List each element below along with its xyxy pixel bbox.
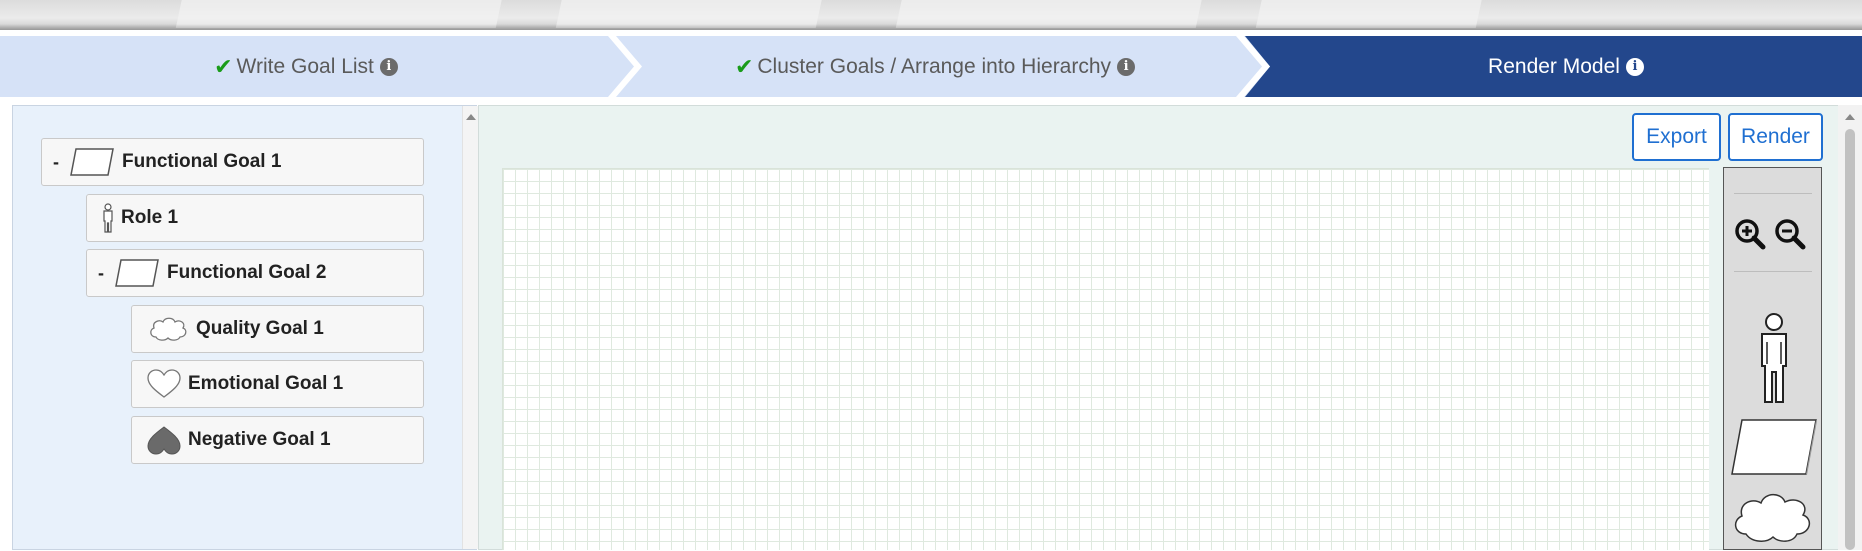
quality-goal-icon [148, 315, 188, 343]
info-icon[interactable]: i [379, 57, 398, 76]
step-render-model[interactable]: Render Model i [1270, 36, 1862, 97]
step-chevron [1236, 36, 1270, 97]
role-icon [101, 203, 115, 233]
info-icon[interactable]: i [1117, 57, 1136, 76]
scroll-up-arrow-icon[interactable] [1845, 114, 1855, 120]
banner-shadow [0, 24, 1862, 30]
emotional-goal-icon [146, 369, 182, 399]
role-icon[interactable] [1754, 312, 1794, 409]
goal-hierarchy-panel: - Functional Goal 1 Role 1 - Functional … [12, 105, 478, 550]
step-write-goal-list[interactable]: ✔ Write Goal List i [0, 36, 612, 97]
palette-divider [1734, 271, 1812, 272]
quality-goal-icon[interactable] [1730, 488, 1814, 551]
panel-scrollbar[interactable] [462, 106, 478, 549]
tree-node-quality-goal-1[interactable]: Quality Goal 1 [131, 305, 424, 353]
functional-goal-icon [70, 148, 114, 176]
checkmark-icon: ✔ [214, 53, 233, 79]
step-wizard: ✔ Write Goal List i ✔ Cluster Goals / Ar… [0, 36, 1862, 97]
info-icon[interactable]: i [1625, 57, 1644, 76]
tree-node-functional-goal-1[interactable]: - Functional Goal 1 [41, 138, 424, 186]
zoom-out-icon[interactable] [1774, 218, 1806, 255]
scroll-up-arrow-icon[interactable] [466, 114, 476, 120]
palette-divider [1734, 193, 1812, 194]
page-scrollbar[interactable] [1838, 105, 1862, 550]
collapse-toggle[interactable]: - [87, 263, 115, 284]
negative-goal-icon [146, 425, 182, 455]
node-label: Emotional Goal 1 [188, 373, 344, 394]
node-label: Role 1 [121, 207, 179, 228]
tree-node-negative-goal-1[interactable]: Negative Goal 1 [131, 416, 424, 464]
step-label: Render Model [1488, 54, 1620, 78]
tree-node-functional-goal-2[interactable]: - Functional Goal 2 [86, 249, 424, 297]
zoom-in-icon[interactable] [1734, 218, 1766, 255]
scrollbar-thumb[interactable] [1845, 129, 1855, 550]
model-canvas-grid[interactable] [502, 168, 1709, 550]
step-label: Write Goal List [236, 54, 374, 78]
header-banner [0, 0, 1862, 30]
shape-palette [1723, 167, 1822, 550]
tree-node-emotional-goal-1[interactable]: Emotional Goal 1 [131, 360, 424, 408]
node-label: Negative Goal 1 [188, 429, 331, 450]
node-label: Functional Goal 1 [122, 151, 282, 172]
collapse-toggle[interactable]: - [42, 152, 70, 173]
step-cluster-goals[interactable]: ✔ Cluster Goals / Arrange into Hierarchy… [630, 36, 1240, 97]
node-label: Quality Goal 1 [196, 318, 324, 339]
export-button[interactable]: Export [1632, 113, 1721, 161]
step-label: Cluster Goals / Arrange into Hierarchy [757, 54, 1112, 78]
tree-node-role-1[interactable]: Role 1 [86, 194, 424, 242]
node-label: Functional Goal 2 [167, 262, 327, 283]
functional-goal-icon [115, 259, 159, 287]
render-button[interactable]: Render [1728, 113, 1823, 161]
functional-goal-icon[interactable] [1728, 418, 1818, 481]
checkmark-icon: ✔ [734, 53, 754, 79]
